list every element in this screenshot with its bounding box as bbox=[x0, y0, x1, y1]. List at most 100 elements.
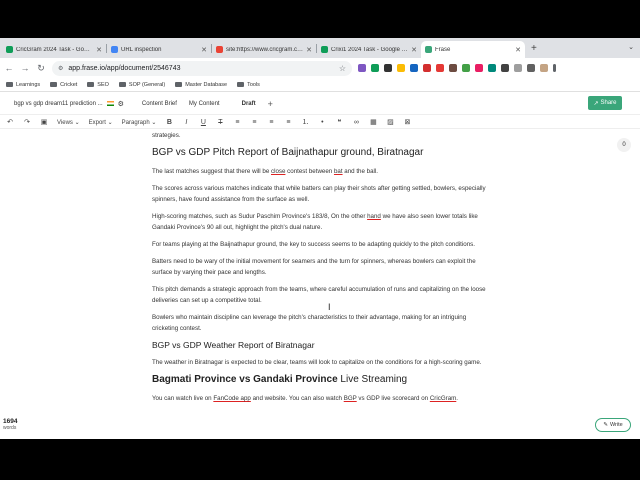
align-justify-icon[interactable]: ≡ bbox=[284, 119, 292, 126]
tab-content-brief[interactable]: Content Brief bbox=[142, 101, 177, 107]
numbered-list-icon[interactable]: ⒈ bbox=[301, 117, 309, 127]
folder-icon bbox=[50, 82, 58, 87]
tab-my-content[interactable]: My Content bbox=[189, 101, 220, 107]
avatar[interactable] bbox=[540, 64, 548, 72]
bookmark-master-database[interactable]: Master Database bbox=[175, 82, 227, 88]
paragraph: You can watch live on FanCode app and we… bbox=[152, 395, 459, 402]
paragraph: This pitch demands a strategic approach … bbox=[152, 286, 486, 304]
browser-window: CricGram 2024 Task - Google ✕ URL inspect… bbox=[0, 38, 640, 439]
extension-icon[interactable] bbox=[475, 64, 483, 72]
browser-tab-1[interactable]: URL inspection ✕ bbox=[107, 41, 211, 58]
add-tab-button[interactable]: + bbox=[268, 99, 273, 109]
clear-format-icon[interactable]: ⊠ bbox=[403, 118, 411, 126]
folder-icon bbox=[6, 82, 13, 87]
extension-icon[interactable] bbox=[449, 64, 457, 72]
bookmark-sop[interactable]: SOP (General) bbox=[118, 82, 165, 88]
browser-tab-2[interactable]: site:https://www.cricgram.com ✕ bbox=[212, 41, 316, 58]
extension-icon[interactable] bbox=[358, 64, 366, 72]
link-icon[interactable]: ∞ bbox=[352, 119, 360, 126]
sheets-icon bbox=[321, 46, 328, 53]
frase-icon bbox=[425, 46, 432, 53]
paragraph-dropdown[interactable]: Paragraph ⌄ bbox=[122, 119, 157, 126]
align-right-icon[interactable]: ≡ bbox=[267, 119, 275, 126]
bookmark-learnings[interactable]: Learnings bbox=[6, 82, 40, 88]
browser-tab-4[interactable]: Frase ✕ bbox=[421, 41, 525, 58]
editor-content[interactable]: strategies. BGP vs GDP Pitch Report of B… bbox=[152, 130, 487, 410]
extension-icon[interactable] bbox=[410, 64, 418, 72]
bookmarks-bar: Learnings Cricket SEO SOP (General) Mast… bbox=[0, 78, 640, 92]
search-console-icon bbox=[111, 46, 118, 53]
close-icon[interactable]: ✕ bbox=[306, 46, 312, 54]
strikethrough-icon[interactable]: T bbox=[216, 119, 224, 126]
tab-strip: CricGram 2024 Task - Google ✕ URL inspect… bbox=[0, 38, 640, 58]
bullet-list-icon[interactable]: • bbox=[318, 119, 326, 126]
reload-icon[interactable]: ↻ bbox=[36, 63, 46, 74]
paragraph: The last matches suggest that there will… bbox=[152, 168, 378, 175]
extension-icon[interactable] bbox=[423, 64, 431, 72]
site-info-icon[interactable]: ⚙ bbox=[58, 65, 63, 72]
extension-icon[interactable] bbox=[436, 64, 444, 72]
extension-icon[interactable] bbox=[397, 64, 405, 72]
extension-icon[interactable] bbox=[501, 64, 509, 72]
heading-weather-report: BGP vs GDP Weather Report of Biratnagar bbox=[152, 340, 315, 350]
bookmark-tools[interactable]: Tools bbox=[237, 82, 260, 88]
editor-toolbar: ↶ ↷ ▣ Views ⌄ Export ⌄ Paragraph ⌄ B I U… bbox=[0, 116, 640, 129]
paragraph: The weather in Biratnagar is expected to… bbox=[152, 359, 482, 366]
bold-icon[interactable]: B bbox=[165, 119, 173, 126]
bookmark-cricket[interactable]: Cricket bbox=[50, 82, 77, 88]
paragraph: strategies. bbox=[152, 132, 181, 139]
extension-icon[interactable] bbox=[488, 64, 496, 72]
forward-icon[interactable]: → bbox=[20, 63, 30, 73]
paragraph: Batters need to be wary of the initial m… bbox=[152, 258, 476, 276]
bookmark-seo[interactable]: SEO bbox=[87, 82, 109, 88]
chevron-down-icon[interactable]: ⌄ bbox=[628, 43, 634, 51]
quote-icon[interactable]: ❝ bbox=[335, 118, 343, 126]
word-count: 1694 words bbox=[3, 418, 18, 431]
heading-pitch-report: BGP vs GDP Pitch Report of Baijnathapur … bbox=[152, 147, 424, 158]
extension-icon[interactable] bbox=[371, 64, 379, 72]
close-icon[interactable]: ✕ bbox=[201, 46, 207, 54]
share-icon: ↗ bbox=[593, 100, 599, 107]
heading-live-streaming: Bagmati Province vs Gandaki Province Liv… bbox=[152, 374, 408, 385]
comment-count-badge[interactable]: 0 bbox=[617, 138, 631, 152]
new-tab-button[interactable]: + bbox=[525, 43, 543, 54]
underline-icon[interactable]: U bbox=[199, 119, 207, 126]
views-dropdown[interactable]: Views ⌄ bbox=[57, 119, 80, 126]
text-cursor-icon: I bbox=[328, 302, 331, 312]
save-icon[interactable]: ▣ bbox=[40, 118, 48, 126]
back-icon[interactable]: ← bbox=[4, 63, 14, 73]
close-icon[interactable]: ✕ bbox=[515, 46, 521, 54]
extension-icon[interactable] bbox=[462, 64, 470, 72]
google-icon bbox=[216, 46, 223, 53]
document-title[interactable]: bgp vs gdp dream11 prediction ... ⚙ bbox=[14, 100, 124, 108]
undo-icon[interactable]: ↶ bbox=[6, 118, 14, 126]
paragraph: The scores across various matches indica… bbox=[152, 185, 486, 203]
close-icon[interactable]: ✕ bbox=[96, 46, 102, 54]
redo-icon[interactable]: ↷ bbox=[23, 118, 31, 126]
language-flag-icon[interactable] bbox=[106, 101, 114, 106]
sheets-icon bbox=[6, 46, 13, 53]
align-left-icon[interactable]: ≡ bbox=[233, 119, 241, 126]
paragraph: Bowlers who maintain discipline can leve… bbox=[152, 314, 467, 332]
image-icon[interactable]: ▨ bbox=[386, 118, 394, 126]
gear-icon[interactable]: ⚙ bbox=[118, 100, 124, 108]
write-button[interactable]: ✎ Write bbox=[595, 418, 631, 432]
share-button[interactable]: ↗ Share bbox=[588, 96, 622, 110]
extensions-bar bbox=[358, 64, 556, 72]
italic-icon[interactable]: I bbox=[182, 119, 190, 126]
tab-draft[interactable]: Draft bbox=[242, 101, 256, 107]
browser-tab-0[interactable]: CricGram 2024 Task - Google ✕ bbox=[2, 41, 106, 58]
menu-icon[interactable] bbox=[553, 64, 556, 72]
puzzle-icon[interactable] bbox=[514, 64, 522, 72]
url-input[interactable]: ⚙ app.frase.io/app/document/2546743 ☆ bbox=[52, 60, 352, 76]
export-dropdown[interactable]: Export ⌄ bbox=[89, 119, 113, 126]
browser-tab-3[interactable]: Crixi1 2024 Task - Google Sh ✕ bbox=[317, 41, 421, 58]
align-center-icon[interactable]: ≡ bbox=[250, 119, 258, 126]
table-icon[interactable]: ▦ bbox=[369, 118, 377, 126]
side-panel-icon[interactable] bbox=[527, 64, 535, 72]
folder-icon bbox=[175, 82, 183, 87]
close-icon[interactable]: ✕ bbox=[411, 46, 417, 54]
folder-icon bbox=[87, 82, 95, 87]
extension-icon[interactable] bbox=[384, 64, 392, 72]
bookmark-star-icon[interactable]: ☆ bbox=[339, 64, 346, 73]
